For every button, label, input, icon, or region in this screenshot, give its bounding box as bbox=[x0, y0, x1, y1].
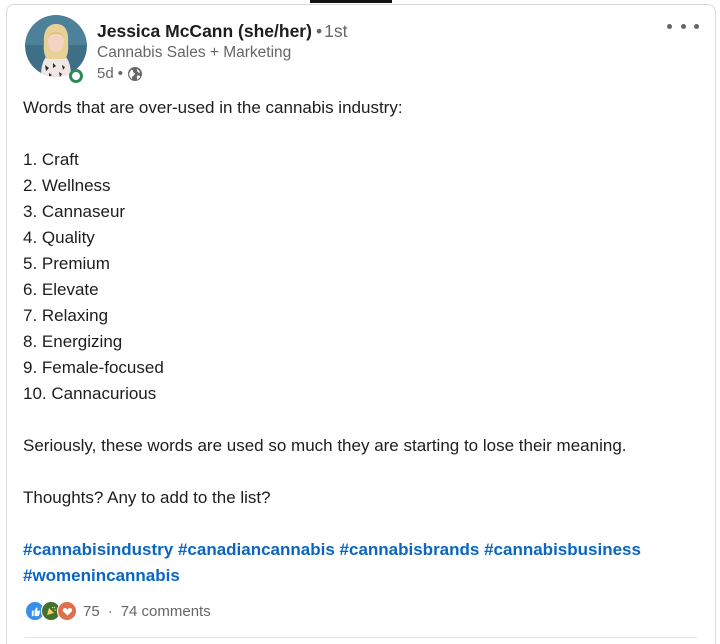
list-item: 5. Premium bbox=[23, 254, 110, 273]
list-item: 6. Elevate bbox=[23, 280, 99, 299]
list-item: 10. Cannacurious bbox=[23, 384, 157, 403]
post-intro: Words that are over-used in the cannabis… bbox=[23, 98, 403, 117]
bullet-separator: • bbox=[117, 65, 123, 82]
more-options-icon[interactable] bbox=[667, 19, 699, 33]
dot bbox=[694, 23, 699, 29]
social-counts: 75 · 74 comments bbox=[25, 601, 211, 621]
window-tab-indicator bbox=[310, 0, 392, 3]
word-list: 1. Craft 2. Wellness 3. Cannaseur 4. Qua… bbox=[23, 147, 705, 407]
post-paragraph: Seriously, these words are used so much … bbox=[23, 436, 627, 455]
list-item: 8. Energizing bbox=[23, 332, 123, 351]
love-icon bbox=[57, 601, 77, 621]
list-item: 4. Quality bbox=[23, 228, 95, 247]
post-meta: 5d • bbox=[97, 63, 655, 85]
dot bbox=[680, 23, 686, 29]
globe-icon bbox=[127, 67, 142, 81]
online-status-indicator bbox=[69, 69, 83, 83]
comments-count-link[interactable]: 74 comments bbox=[121, 603, 211, 620]
post-card: Jessica McCann (she/her) • 1st Cannabis Sa… bbox=[6, 4, 716, 644]
divider bbox=[25, 637, 697, 638]
post-time: 5d bbox=[97, 65, 114, 82]
dot bbox=[667, 23, 672, 29]
avatar-photo bbox=[25, 15, 87, 77]
author-name-row: Jessica McCann (she/her) • 1st bbox=[97, 19, 655, 43]
list-item: 3. Cannaseur bbox=[23, 202, 126, 221]
list-item: 1. Craft bbox=[23, 150, 79, 169]
hashtag-link[interactable]: #cannabisbrands bbox=[340, 540, 480, 559]
author-avatar[interactable] bbox=[25, 15, 91, 83]
post-paragraph: Thoughts? Any to add to the list? bbox=[23, 488, 271, 507]
hashtag-link[interactable]: #cannabisbusiness bbox=[484, 540, 641, 559]
hashtag-link[interactable]: #canadiancannabis bbox=[178, 540, 335, 559]
hashtag-link[interactable]: #womenincannabis bbox=[23, 566, 180, 585]
bullet-separator: • bbox=[315, 21, 323, 41]
author-info: Jessica McCann (she/her) • 1st Cannabis Sa… bbox=[97, 19, 655, 85]
post-body: Words that are over-used in the cannabis… bbox=[23, 95, 705, 589]
author-headline: Cannabis Sales + Marketing bbox=[97, 44, 292, 61]
reaction-icons[interactable] bbox=[25, 601, 77, 621]
list-item: 9. Female-focused bbox=[23, 358, 164, 377]
list-item: 2. Wellness bbox=[23, 176, 111, 195]
hashtag-link[interactable]: #cannabisindustry bbox=[23, 540, 173, 559]
separator: · bbox=[107, 602, 113, 620]
connection-degree: 1st bbox=[324, 21, 348, 41]
author-name[interactable]: Jessica McCann (she/her) bbox=[97, 21, 312, 41]
hashtag-list: #cannabisindustry #canadiancannabis #can… bbox=[23, 537, 705, 589]
reaction-count[interactable]: 75 bbox=[83, 603, 100, 620]
list-item: 7. Relaxing bbox=[23, 306, 109, 325]
